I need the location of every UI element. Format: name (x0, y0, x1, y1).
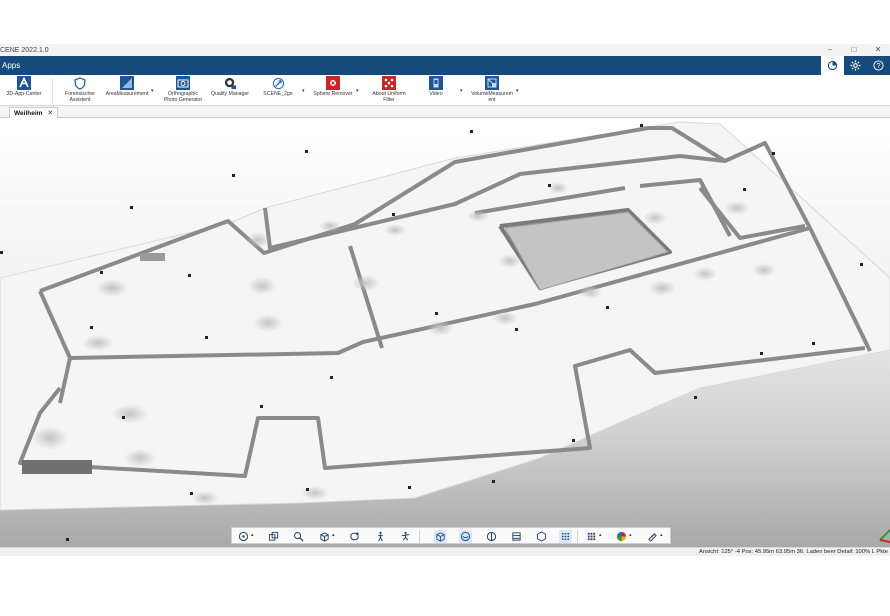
tool-label: 3D-App-Center (6, 91, 42, 97)
tool-volume-measurement[interactable]: VolumeMeasurem ent (469, 76, 515, 103)
volume-measurement-dropdown[interactable]: ▾ (516, 88, 519, 94)
section-icon[interactable] (510, 530, 523, 543)
maximize-button[interactable]: □ (842, 44, 866, 56)
shield-icon (73, 76, 87, 90)
toolbar-separator (577, 530, 578, 543)
tool-quality-manager[interactable]: Quality Manager (209, 76, 251, 97)
tab-apps[interactable]: Apps (0, 61, 20, 70)
tool-label: Forensischer Assistent (65, 91, 95, 103)
box-view-icon[interactable] (318, 530, 331, 543)
navigation-mode-dropdown[interactable]: ▴ (251, 532, 254, 538)
tool-area-measurement[interactable]: AreaMeasurement (102, 76, 152, 97)
volume-measurement-icon (485, 76, 499, 90)
shadow-patch (140, 253, 165, 261)
toolbar-separator (52, 79, 53, 103)
uniform-filter-icon (382, 76, 396, 90)
tool-about-uniform-filter[interactable]: About Uniform Filter (367, 76, 411, 103)
help-icon[interactable]: ? (867, 56, 890, 75)
zoom-icon[interactable] (292, 530, 305, 543)
point-cloud-scan[interactable] (0, 118, 890, 547)
rotate-icon[interactable] (348, 530, 361, 543)
scene2go-icon (271, 76, 285, 90)
apps-toolbar: 3D-App-Center Forensischer Assistent Are… (0, 75, 890, 106)
tool-label: Orthographic Photo Generator (163, 91, 203, 103)
sphere-view-icon[interactable] (459, 530, 472, 543)
sphere-remover-icon (326, 76, 340, 90)
points-icon[interactable] (559, 530, 572, 543)
status-text: Ansicht: 125° -4 Pos: 45.95m 63.95m 36. … (698, 549, 888, 555)
tab-weilheim[interactable]: Weilheim ✕ (9, 107, 59, 118)
axis-gizmo (879, 529, 890, 543)
walk-mode-icon[interactable] (374, 530, 387, 543)
sphere-remover-dropdown[interactable]: ▾ (356, 88, 359, 94)
measure-dropdown[interactable]: ▴ (660, 532, 663, 538)
3d-point-cloud-viewport[interactable] (0, 118, 890, 547)
view-cube-icon[interactable] (267, 530, 280, 543)
window-title: CENE 2022.1.0 (0, 46, 49, 54)
tool-orthographic-photo-generator[interactable]: Orthographic Photo Generator (160, 76, 206, 103)
tool-scene-2go[interactable]: SCENE_2go (262, 76, 294, 97)
gear-icon[interactable] (844, 56, 867, 75)
document-tab-label: Weilheim (14, 109, 43, 117)
video-icon (429, 76, 443, 90)
dark-equipment-patch (22, 460, 92, 474)
svg-text:?: ? (876, 61, 880, 70)
ribbon-tab-bar: Apps ? (0, 56, 890, 75)
area-measurement-icon (120, 76, 134, 90)
measure-icon[interactable] (646, 530, 659, 543)
view-toolbar: ▴ ▴ ▴ ▴ ▴ (231, 527, 671, 544)
scene-app-window: CENE 2022.1.0 – □ ✕ Apps ? 3D-App-Center (0, 0, 890, 616)
scene2go-dropdown[interactable]: ▾ (302, 88, 305, 94)
close-tab-icon[interactable]: ✕ (47, 109, 53, 117)
window-controls: – □ ✕ (818, 44, 890, 56)
tool-3d-app-center[interactable]: 3D-App-Center (3, 76, 45, 97)
tool-label: VolumeMeasurem ent (471, 91, 513, 103)
close-window-button[interactable]: ✕ (866, 44, 890, 56)
layers-icon[interactable] (821, 56, 844, 75)
video-dropdown[interactable]: ▾ (460, 88, 463, 94)
grid-points-icon[interactable] (585, 530, 598, 543)
tool-label: SCENE_2go (263, 91, 293, 97)
tool-label: Quality Manager (210, 91, 250, 97)
tool-video[interactable]: Video (425, 76, 447, 97)
tool-forensischer-assistent[interactable]: Forensischer Assistent (59, 76, 101, 103)
color-mode-dropdown[interactable]: ▴ (629, 532, 632, 538)
tool-label: Sphere Remover (313, 91, 353, 97)
status-bar: Ansicht: 125° -4 Pos: 45.95m 63.95m 36. … (0, 547, 890, 556)
fly-mode-icon[interactable] (399, 530, 412, 543)
area-measurement-dropdown[interactable]: ▾ (151, 88, 154, 94)
grid-points-dropdown[interactable]: ▴ (599, 532, 602, 538)
camera-icon (176, 76, 190, 90)
tool-sphere-remover[interactable]: Sphere Remover (312, 76, 354, 97)
tool-label: Video (429, 91, 443, 97)
app-center-icon (17, 76, 31, 90)
tool-label: AreaMeasurement (105, 91, 149, 97)
quality-manager-icon (223, 76, 237, 90)
tool-label: About Uniform Filter (372, 91, 406, 103)
3d-view-icon[interactable] (434, 530, 447, 543)
navigation-mode-icon[interactable] (237, 530, 250, 543)
minimize-button[interactable]: – (818, 44, 842, 56)
document-tab-bar: Weilheim ✕ (0, 106, 890, 118)
title-bar: CENE 2022.1.0 – □ ✕ (0, 44, 890, 56)
hexagon-icon[interactable] (535, 530, 548, 543)
toolbar-separator (419, 530, 420, 543)
box-view-dropdown[interactable]: ▴ (332, 532, 335, 538)
clipping-icon[interactable] (485, 530, 498, 543)
color-mode-icon[interactable] (615, 530, 628, 543)
ribbon-right-icons: ? (821, 56, 890, 75)
